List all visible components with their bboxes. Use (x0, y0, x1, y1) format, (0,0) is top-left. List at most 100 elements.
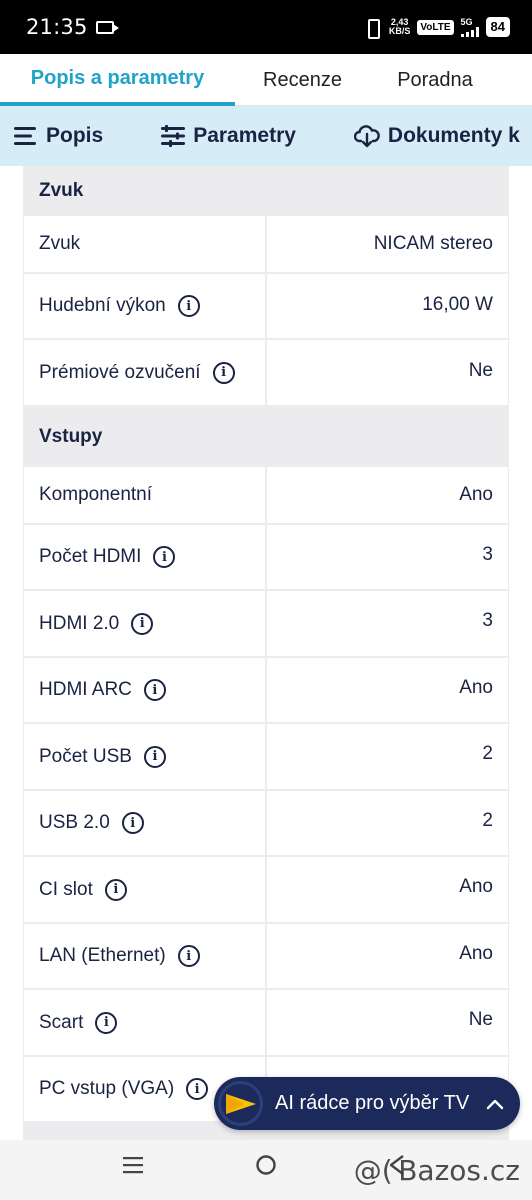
table-row: LAN (Ethernet) i Ano (23, 924, 509, 990)
row-label-cell: Počet HDMI i (24, 525, 267, 589)
row-label: HDMI 2.0 (39, 612, 120, 634)
row-label-cell: Zvuk (24, 216, 267, 272)
row-value: 3 (482, 544, 493, 565)
recent-apps-icon[interactable] (122, 1154, 144, 1176)
row-label-cell: LAN (Ethernet) i (24, 924, 267, 988)
subnav-parametry[interactable]: Parametry (161, 124, 296, 148)
table-row: Prémiové ozvučení i Ne (23, 340, 509, 407)
info-icon[interactable]: i (95, 1011, 118, 1034)
table-row: Scart i Ne (23, 990, 509, 1057)
subnav-parametry-label: Parametry (193, 124, 296, 147)
row-label: Počet HDMI (39, 546, 142, 567)
table-row: Počet HDMI i 3 (23, 525, 509, 591)
table-row: Počet USB i 2 (23, 724, 509, 791)
section-subnav: Popis Parametry Dokumenty k (0, 106, 532, 166)
parameters-content: Zvuk Zvuk NICAM stereo Hudební výkon i 1… (0, 166, 532, 1140)
row-value: Ano (459, 484, 493, 505)
row-label: LAN (Ethernet) (39, 945, 166, 966)
row-value: 2 (482, 743, 493, 764)
ai-advisor-label: AI rádce pro výběr TV (275, 1092, 470, 1114)
info-icon[interactable]: i (212, 361, 235, 384)
row-value-cell: 2 (267, 791, 508, 855)
row-label: Komponentní (39, 484, 153, 505)
info-icon[interactable]: i (143, 679, 166, 701)
vibrate-icon (362, 18, 382, 39)
row-label-cell: Scart i (24, 990, 267, 1055)
info-icon[interactable]: i (186, 1078, 209, 1100)
subnav-popis[interactable]: Popis (14, 124, 103, 148)
row-label: Scart (39, 1011, 84, 1033)
row-value-cell: NICAM stereo (267, 216, 508, 272)
row-label-cell: CI slot i (24, 857, 267, 922)
info-icon[interactable]: i (121, 812, 144, 834)
status-time: 21:35 (26, 15, 88, 39)
row-value: Ne (468, 1009, 493, 1030)
spec-table: Zvuk Zvuk NICAM stereo Hudební výkon i 1… (23, 166, 509, 1140)
info-icon[interactable]: i (143, 745, 166, 768)
table-row: Komponentní Ano (23, 467, 509, 525)
row-label: CI slot (39, 878, 93, 900)
chevron-up-icon (486, 1099, 504, 1109)
battery-level: 84 (485, 17, 510, 37)
signal-icon: 5G (460, 16, 479, 37)
row-value-cell: Ne (267, 990, 508, 1055)
row-value-cell: 3 (267, 525, 508, 589)
table-row: USB 2.0 i 2 (23, 791, 509, 857)
row-label-cell: Prémiové ozvučení i (24, 340, 267, 405)
system-nav-bar: @( Bazos.cz (0, 1140, 532, 1200)
row-value: Ano (459, 943, 493, 964)
table-row: Hudební výkon i 16,00 W (23, 274, 509, 340)
tab-recenze[interactable]: Recenze (235, 54, 370, 106)
row-value: NICAM stereo (373, 233, 493, 254)
video-record-icon (95, 20, 119, 34)
row-label-cell: HDMI ARC i (24, 658, 267, 722)
volte-badge: VoLTE (417, 19, 454, 35)
tab-poradna[interactable]: Poradna (370, 54, 500, 106)
table-row: HDMI ARC i Ano (23, 658, 509, 724)
section-heading-vstupy: Vstupy (23, 407, 509, 467)
sliders-icon (161, 125, 186, 147)
ai-logo-icon (218, 1081, 263, 1126)
row-value-cell: 16,00 W (267, 274, 508, 338)
row-value: 3 (482, 610, 493, 631)
row-label: Prémiové ozvučení (39, 361, 201, 383)
subnav-dokumenty-label: Dokumenty k (387, 124, 520, 147)
info-icon[interactable]: i (177, 945, 200, 967)
row-label: Počet USB (39, 745, 132, 767)
row-value-cell: 2 (267, 724, 508, 789)
row-label: Zvuk (39, 233, 81, 254)
row-value-cell: Ano (267, 467, 508, 523)
row-value: 16,00 W (422, 294, 493, 315)
info-icon[interactable]: i (177, 295, 200, 317)
row-value-cell: Ne (267, 340, 508, 405)
row-label-cell: HDMI 2.0 i (24, 591, 267, 656)
ai-advisor-button[interactable]: AI rádce pro výběr TV (214, 1077, 520, 1130)
row-value-cell: 3 (267, 591, 508, 656)
speed-unit: KB/S (388, 26, 411, 36)
row-label-cell: Komponentní (24, 467, 267, 523)
info-icon[interactable]: i (131, 612, 154, 635)
section-heading-zvuk: Zvuk (23, 166, 509, 216)
table-row: Zvuk NICAM stereo (23, 216, 509, 274)
row-value-cell: Ano (267, 857, 508, 922)
row-label: USB 2.0 (39, 812, 110, 833)
watermark: @( Bazos.cz (353, 1154, 520, 1187)
tab-popis-a-parametry[interactable]: Popis a parametry (0, 54, 235, 106)
subnav-dokumenty[interactable]: Dokumenty k (353, 124, 520, 148)
row-label: HDMI ARC (39, 679, 132, 700)
row-label: Hudební výkon (39, 295, 166, 316)
row-value: Ne (468, 360, 493, 381)
menu-lines-icon (14, 127, 36, 145)
table-row: CI slot i Ano (23, 857, 509, 924)
table-row: HDMI 2.0 i 3 (23, 591, 509, 658)
network-speed: 2,43 KB/S (389, 18, 411, 36)
info-icon[interactable]: i (104, 878, 127, 901)
row-label-cell: Počet USB i (24, 724, 267, 789)
row-label: PC vstup (VGA) (39, 1078, 175, 1099)
info-icon[interactable]: i (153, 546, 176, 568)
row-label-cell: Hudební výkon i (24, 274, 267, 338)
row-value: Ano (459, 677, 493, 698)
home-icon[interactable] (255, 1154, 277, 1176)
network-type: 5G (460, 16, 473, 27)
product-tabs: Popis a parametry Recenze Poradna (0, 54, 532, 106)
